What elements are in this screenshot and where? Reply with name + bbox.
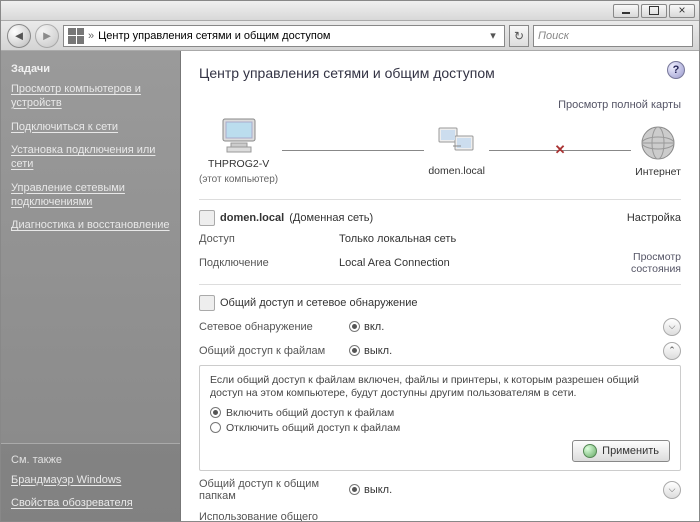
see-also-ie-options[interactable]: Свойства обозревателя bbox=[11, 497, 170, 511]
task-connect-network[interactable]: Подключиться к сети bbox=[11, 121, 170, 135]
node-internet[interactable]: Интернет bbox=[635, 123, 681, 179]
back-button[interactable]: ◄ bbox=[7, 24, 31, 48]
fileshare-expanded-panel: Если общий доступ к файлам включен, файл… bbox=[199, 365, 681, 471]
connection-value: Local Area Connection bbox=[339, 257, 601, 269]
fileshare-value: выкл. bbox=[364, 345, 392, 357]
address-dropdown-icon[interactable]: ▾ bbox=[486, 29, 500, 42]
globe-icon bbox=[638, 123, 678, 163]
sharing-header: Общий доступ и сетевое обнаружение bbox=[220, 297, 418, 309]
public-radio-icon bbox=[349, 484, 360, 495]
fileshare-disable-option[interactable]: Отключить общий доступ к файлам bbox=[210, 422, 670, 434]
network-type: (Доменная сеть) bbox=[289, 212, 373, 224]
maximize-button[interactable] bbox=[641, 4, 667, 18]
network-icon bbox=[435, 124, 479, 162]
node-pc-name: THPROG2-V bbox=[208, 158, 269, 171]
address-text: Центр управления сетями и общим доступом bbox=[98, 30, 330, 42]
see-also-firewall[interactable]: Брандмауэр Windows bbox=[11, 474, 170, 488]
access-label: Доступ bbox=[199, 233, 339, 245]
nav-toolbar: ◄ ► » Центр управления сетями и общим до… bbox=[1, 21, 699, 51]
refresh-button[interactable]: ↻ bbox=[509, 25, 529, 47]
apply-button[interactable]: Применить bbox=[572, 440, 670, 462]
discovery-value: вкл. bbox=[364, 321, 384, 333]
customize-link[interactable]: Настройка bbox=[627, 212, 681, 224]
sharing-icon bbox=[199, 295, 215, 311]
view-full-map-link[interactable]: Просмотр полной карты bbox=[199, 99, 681, 111]
access-value: Только локальная сеть bbox=[339, 233, 681, 245]
apply-label: Применить bbox=[602, 445, 659, 457]
task-manage-connections[interactable]: Управление сетевыми подключениями bbox=[11, 182, 170, 210]
fileshare-description: Если общий доступ к файлам включен, файл… bbox=[210, 374, 670, 401]
radio-icon bbox=[210, 407, 221, 418]
sharing-section: Общий доступ и сетевое обнаружение Сетев… bbox=[199, 284, 681, 521]
fileshare-collapse[interactable]: ⌃ bbox=[663, 342, 681, 360]
fileshare-off-label: Отключить общий доступ к файлам bbox=[226, 422, 400, 434]
network-name: domen.local bbox=[220, 212, 284, 224]
connection-label: Подключение bbox=[199, 257, 339, 269]
window-frame: ◄ ► » Центр управления сетями и общим до… bbox=[0, 0, 700, 522]
use-share-label: Использование общего bbox=[199, 511, 349, 521]
node-domain-name: domen.local bbox=[428, 165, 485, 178]
search-placeholder: Поиск bbox=[538, 30, 569, 42]
discovery-radio-icon bbox=[349, 321, 360, 332]
node-internet-name: Интернет bbox=[635, 166, 681, 179]
task-view-computers[interactable]: Просмотр компьютеров и устройств bbox=[11, 83, 170, 111]
node-pc-sub: (этот компьютер) bbox=[199, 174, 278, 185]
network-map: THPROG2-V (этот компьютер) domen.local bbox=[199, 117, 681, 185]
close-button[interactable] bbox=[669, 4, 695, 18]
discovery-label: Сетевое обнаружение bbox=[199, 321, 349, 333]
address-bar[interactable]: » Центр управления сетями и общим доступ… bbox=[63, 25, 505, 47]
tasks-header: Задачи bbox=[11, 63, 170, 75]
fileshare-label: Общий доступ к файлам bbox=[199, 345, 349, 357]
tasks-sidebar: Задачи Просмотр компьютеров и устройств … bbox=[1, 51, 181, 521]
minimize-button[interactable] bbox=[613, 4, 639, 18]
discovery-expand[interactable]: ⌵ bbox=[663, 318, 681, 336]
shield-icon bbox=[583, 444, 597, 458]
content-area: Задачи Просмотр компьютеров и устройств … bbox=[1, 51, 699, 521]
titlebar bbox=[1, 1, 699, 21]
node-this-pc[interactable]: THPROG2-V (этот компьютер) bbox=[199, 117, 278, 185]
main-panel: ? Центр управления сетями и общим доступ… bbox=[181, 51, 699, 521]
control-panel-icon bbox=[68, 28, 84, 44]
view-status-link[interactable]: Просмотр состояния bbox=[601, 251, 681, 275]
page-title: Центр управления сетями и общим доступом bbox=[199, 65, 681, 81]
public-expand[interactable]: ⌵ bbox=[663, 481, 681, 499]
network-category-icon bbox=[199, 210, 215, 226]
radio-icon bbox=[210, 422, 221, 433]
computer-icon bbox=[217, 117, 261, 155]
see-also-header: См. также bbox=[11, 454, 170, 466]
public-share-label: Общий доступ к общим папкам bbox=[199, 478, 349, 502]
help-icon[interactable]: ? bbox=[667, 61, 685, 79]
task-diagnose[interactable]: Диагностика и восстановление bbox=[11, 219, 170, 233]
node-domain[interactable]: domen.local bbox=[428, 124, 485, 178]
forward-button[interactable]: ► bbox=[35, 24, 59, 48]
fileshare-on-label: Включить общий доступ к файлам bbox=[226, 407, 394, 419]
network-section: domen.local (Доменная сеть) Настройка До… bbox=[199, 199, 681, 284]
search-input[interactable]: Поиск bbox=[533, 25, 693, 47]
public-share-value: выкл. bbox=[364, 484, 392, 496]
task-setup-connection[interactable]: Установка подключения или сети bbox=[11, 144, 170, 172]
fileshare-radio-icon bbox=[349, 345, 360, 356]
fileshare-enable-option[interactable]: Включить общий доступ к файлам bbox=[210, 407, 670, 419]
